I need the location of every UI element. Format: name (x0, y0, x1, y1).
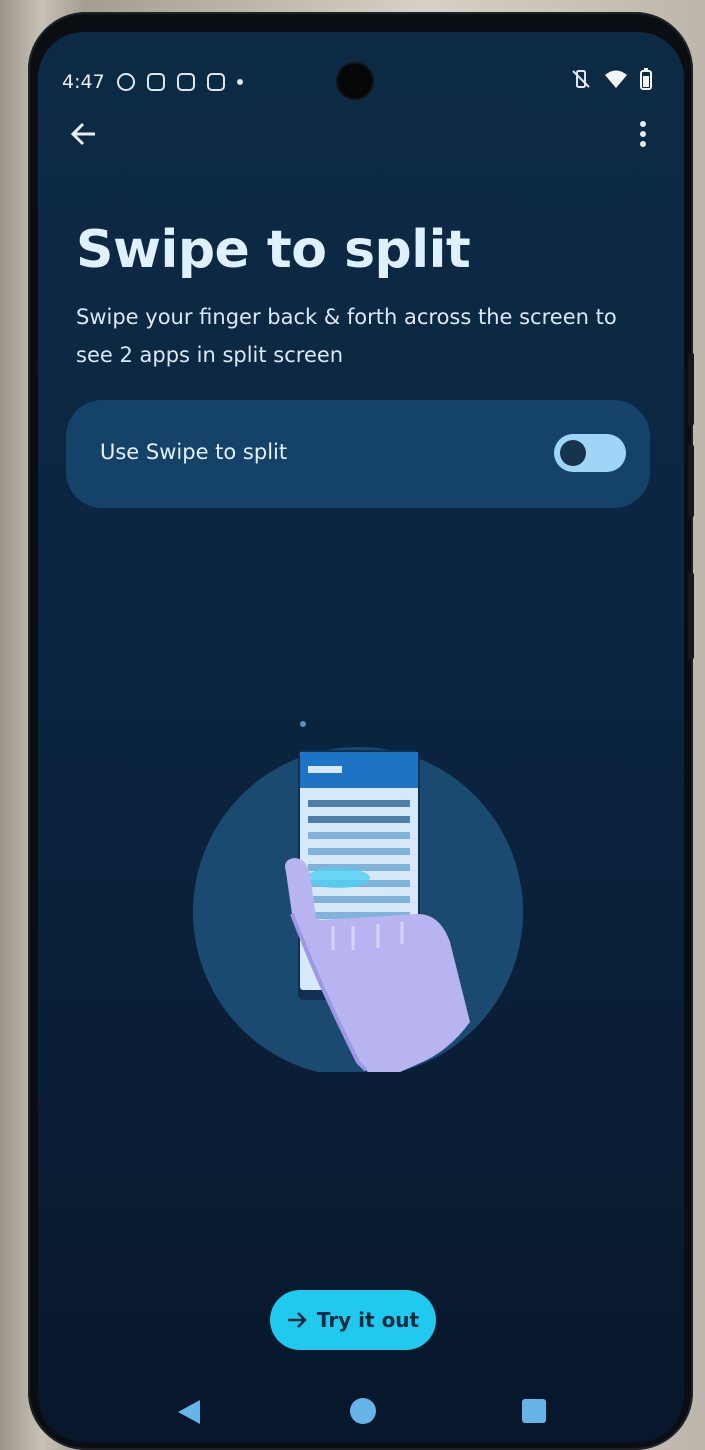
volume-button-lower (688, 444, 694, 518)
swipe-illustration (193, 721, 523, 1072)
page-title: Swipe to split (76, 220, 471, 280)
nav-back-icon[interactable] (178, 1400, 200, 1424)
power-button (688, 572, 694, 660)
more-notifications-dot-icon (236, 79, 243, 85)
try-it-out-button[interactable]: Try it out (270, 1290, 436, 1350)
swipe-to-split-setting[interactable]: Use Swipe to split (66, 400, 650, 508)
page-description: Swipe your finger back & forth across th… (76, 305, 617, 367)
setting-label: Use Swipe to split (100, 440, 288, 464)
device-screen: 4:47 Swipe to split Swipe your finger ba… (38, 32, 684, 1442)
status-bar: 4:47 (62, 68, 243, 96)
more-options-button[interactable] (628, 114, 658, 154)
status-right (570, 68, 652, 90)
front-camera (338, 64, 372, 98)
nav-recents-icon[interactable] (522, 1399, 546, 1423)
try-it-out-label: Try it out (316, 1308, 420, 1332)
vibrate-off-icon (572, 70, 590, 88)
notification-app-icon (116, 73, 135, 91)
more-vert-icon (640, 121, 646, 147)
volume-button (688, 352, 694, 426)
arrow-right-icon (287, 1312, 307, 1328)
nav-home-icon[interactable] (350, 1398, 376, 1424)
status-time: 4:47 (62, 71, 105, 93)
wifi-icon (605, 70, 627, 88)
system-navigation-bar (38, 1392, 684, 1432)
back-button[interactable] (64, 114, 104, 154)
shopping-bag-icon (176, 73, 195, 91)
battery-icon (640, 68, 652, 90)
chat-icon (206, 73, 225, 91)
switch-knob (560, 440, 586, 466)
sim-card-icon (146, 73, 165, 91)
swipe-to-split-switch[interactable] (554, 434, 626, 472)
arrow-left-icon (70, 122, 95, 146)
